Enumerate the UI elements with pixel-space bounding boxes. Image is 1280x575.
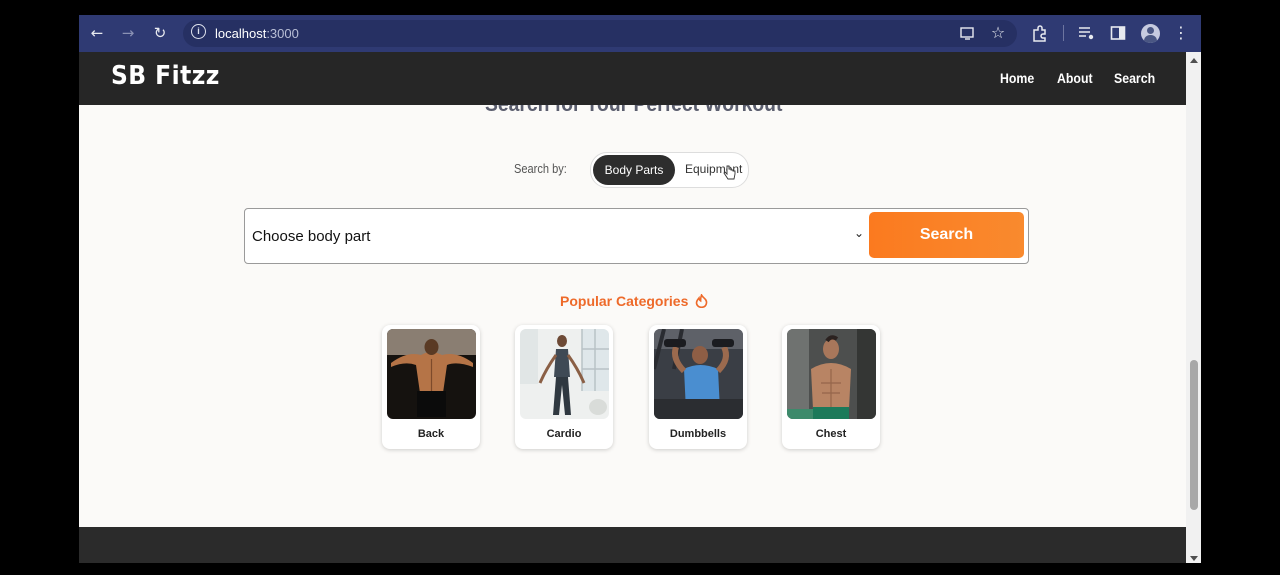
address-bar[interactable]: i localhost:3000 ☆ [183, 20, 1017, 47]
browser-window: ← → ↻ i localhost:3000 ☆ ⋮ SB Fitzz Home… [79, 15, 1201, 563]
side-panel-icon[interactable] [1110, 25, 1126, 41]
chest-image [787, 329, 876, 419]
url-host: localhost [215, 26, 267, 41]
search-button[interactable]: Search [869, 212, 1024, 258]
category-card-cardio[interactable]: Cardio [515, 325, 613, 449]
search-form: Choose body part ⌄ Search [244, 208, 1029, 264]
scroll-up-icon[interactable] [1190, 58, 1198, 63]
site-navbar: SB Fitzz Home About Search [79, 52, 1186, 105]
page-heading: Search for Your Perfect Workout [485, 105, 782, 117]
page-heading-clip: Search for Your Perfect Workout [479, 105, 785, 117]
star-icon[interactable]: ☆ [987, 22, 1009, 44]
media-queue-icon[interactable] [1078, 25, 1095, 42]
category-card-chest[interactable]: Chest [782, 325, 880, 449]
page-scrollbar[interactable] [1186, 52, 1201, 563]
hand-cursor-icon [723, 165, 736, 180]
install-app-icon[interactable] [960, 27, 975, 41]
flame-icon [695, 292, 708, 309]
category-label: Dumbbells [669, 428, 727, 440]
url-port: :3000 [266, 26, 299, 41]
kebab-menu-icon[interactable]: ⋮ [1170, 22, 1192, 44]
browser-toolbar: ← → ↻ i localhost:3000 ☆ ⋮ [79, 15, 1201, 52]
scrollbar-thumb[interactable] [1190, 360, 1198, 510]
extensions-icon[interactable] [1031, 25, 1048, 42]
scroll-down-icon[interactable] [1190, 556, 1198, 561]
nav-about[interactable]: About [1057, 70, 1093, 86]
category-label: Chest [815, 428, 847, 440]
nav-home[interactable]: Home [1000, 70, 1034, 86]
reload-icon[interactable]: ↻ [149, 22, 171, 44]
profile-avatar[interactable] [1141, 24, 1160, 43]
popular-categories-title: Popular Categories [560, 292, 708, 309]
back-icon[interactable]: ← [86, 22, 108, 44]
dumbbells-image [654, 329, 743, 419]
back-image [387, 329, 476, 419]
chevron-down-icon[interactable]: ⌄ [854, 226, 864, 240]
nav-search[interactable]: Search [1114, 70, 1155, 86]
info-icon[interactable]: i [191, 24, 206, 39]
category-label: Back [417, 428, 445, 440]
body-part-select[interactable]: Choose body part [252, 228, 370, 245]
site-footer [79, 527, 1186, 563]
category-card-dumbbells[interactable]: Dumbbells [649, 325, 747, 449]
forward-icon[interactable]: → [117, 22, 139, 44]
category-label: Cardio [546, 428, 582, 440]
toggle-body-parts[interactable]: Body Parts [593, 155, 675, 185]
cardio-image [520, 329, 609, 419]
category-card-back[interactable]: Back [382, 325, 480, 449]
search-by-label: Search by: [514, 161, 567, 176]
site-logo[interactable]: SB Fitzz [111, 61, 220, 91]
